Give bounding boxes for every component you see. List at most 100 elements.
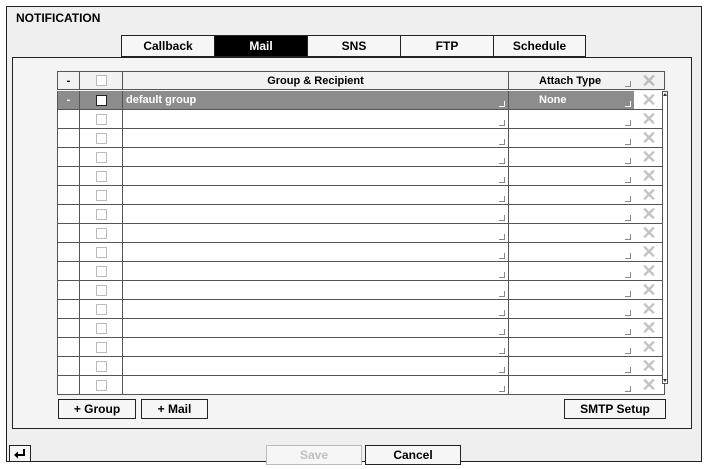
- row-delete-button[interactable]: ✕: [634, 186, 665, 205]
- row-select[interactable]: [79, 148, 123, 167]
- row-attach-type[interactable]: [508, 148, 635, 167]
- row-delete-button[interactable]: ✕: [634, 262, 665, 281]
- row-minus[interactable]: [57, 167, 80, 186]
- row-group-recipient[interactable]: [122, 338, 509, 357]
- row-select[interactable]: [79, 205, 123, 224]
- row-select[interactable]: [79, 91, 123, 110]
- row-select[interactable]: [79, 110, 123, 129]
- row-minus[interactable]: [57, 281, 80, 300]
- row-attach-type[interactable]: [508, 262, 635, 281]
- row-attach-type[interactable]: [508, 376, 635, 395]
- row-minus[interactable]: [57, 357, 80, 376]
- row-group-recipient[interactable]: [122, 129, 509, 148]
- row-group-recipient[interactable]: [122, 376, 509, 395]
- row-attach-type[interactable]: [508, 224, 635, 243]
- row-checkbox[interactable]: [95, 284, 107, 296]
- row-minus[interactable]: [57, 129, 80, 148]
- back-button[interactable]: [9, 445, 31, 462]
- row-attach-type[interactable]: None: [508, 91, 635, 110]
- row-select[interactable]: [79, 281, 123, 300]
- table-row[interactable]: ✕: [57, 357, 665, 376]
- row-delete-button[interactable]: ✕: [634, 319, 665, 338]
- row-group-recipient[interactable]: [122, 205, 509, 224]
- row-checkbox[interactable]: [95, 360, 107, 372]
- row-delete-button[interactable]: ✕: [634, 224, 665, 243]
- row-group-recipient[interactable]: [122, 167, 509, 186]
- row-minus[interactable]: [57, 224, 80, 243]
- row-attach-type[interactable]: [508, 243, 635, 262]
- table-row[interactable]: ✕: [57, 376, 665, 395]
- row-checkbox[interactable]: [95, 170, 107, 182]
- row-minus[interactable]: [57, 262, 80, 281]
- table-scrollbar[interactable]: [662, 91, 668, 384]
- row-delete-button[interactable]: ✕: [634, 281, 665, 300]
- row-attach-type[interactable]: [508, 129, 635, 148]
- row-attach-type[interactable]: [508, 357, 635, 376]
- row-minus[interactable]: -: [57, 91, 80, 110]
- table-row[interactable]: ✕: [57, 224, 665, 243]
- add-mail-button[interactable]: + Mail: [141, 399, 208, 419]
- table-row[interactable]: ✕: [57, 205, 665, 224]
- row-delete-button[interactable]: ✕: [634, 110, 665, 129]
- row-delete-button[interactable]: ✕: [634, 205, 665, 224]
- row-select[interactable]: [79, 319, 123, 338]
- row-minus[interactable]: [57, 376, 80, 395]
- row-minus[interactable]: [57, 243, 80, 262]
- row-minus[interactable]: [57, 205, 80, 224]
- row-group-recipient[interactable]: [122, 110, 509, 129]
- table-row[interactable]: ✕: [57, 281, 665, 300]
- row-group-recipient[interactable]: [122, 300, 509, 319]
- row-delete-button[interactable]: ✕: [634, 129, 665, 148]
- scroll-down-icon[interactable]: [663, 379, 667, 382]
- row-attach-type[interactable]: [508, 281, 635, 300]
- tab-schedule[interactable]: Schedule: [493, 35, 586, 57]
- row-minus[interactable]: [57, 148, 80, 167]
- tab-ftp[interactable]: FTP: [400, 35, 493, 57]
- row-delete-button[interactable]: ✕: [634, 357, 665, 376]
- row-group-recipient[interactable]: [122, 243, 509, 262]
- tab-sns[interactable]: SNS: [307, 35, 400, 57]
- tab-callback[interactable]: Callback: [121, 35, 214, 57]
- table-row[interactable]: - default group None ✕: [57, 91, 665, 110]
- row-checkbox[interactable]: [95, 322, 107, 334]
- row-attach-type[interactable]: [508, 205, 635, 224]
- row-checkbox[interactable]: [95, 341, 107, 353]
- table-row[interactable]: ✕: [57, 319, 665, 338]
- row-group-recipient[interactable]: [122, 262, 509, 281]
- row-select[interactable]: [79, 167, 123, 186]
- row-delete-button[interactable]: ✕: [634, 167, 665, 186]
- table-row[interactable]: ✕: [57, 300, 665, 319]
- row-group-recipient[interactable]: [122, 357, 509, 376]
- add-group-button[interactable]: + Group: [58, 399, 136, 419]
- table-row[interactable]: ✕: [57, 110, 665, 129]
- table-row[interactable]: ✕: [57, 262, 665, 281]
- header-delete[interactable]: ✕: [634, 71, 665, 90]
- table-row[interactable]: ✕: [57, 243, 665, 262]
- row-group-recipient[interactable]: [122, 148, 509, 167]
- select-all-checkbox[interactable]: [95, 75, 107, 86]
- smtp-setup-button[interactable]: SMTP Setup: [564, 399, 666, 419]
- row-checkbox[interactable]: [95, 132, 107, 144]
- row-checkbox[interactable]: [95, 246, 107, 258]
- row-checkbox[interactable]: [95, 303, 107, 315]
- row-attach-type[interactable]: [508, 300, 635, 319]
- row-select[interactable]: [79, 300, 123, 319]
- table-row[interactable]: ✕: [57, 338, 665, 357]
- row-minus[interactable]: [57, 319, 80, 338]
- row-checkbox[interactable]: [95, 208, 107, 220]
- row-delete-button[interactable]: ✕: [634, 91, 665, 110]
- row-select[interactable]: [79, 338, 123, 357]
- row-attach-type[interactable]: [508, 338, 635, 357]
- row-select[interactable]: [79, 186, 123, 205]
- row-minus[interactable]: [57, 300, 80, 319]
- row-group-recipient[interactable]: [122, 281, 509, 300]
- row-select[interactable]: [79, 262, 123, 281]
- row-group-recipient[interactable]: [122, 224, 509, 243]
- row-checkbox[interactable]: [95, 379, 107, 391]
- row-checkbox[interactable]: [95, 189, 107, 201]
- table-row[interactable]: ✕: [57, 148, 665, 167]
- tab-mail[interactable]: Mail: [214, 35, 307, 57]
- row-select[interactable]: [79, 376, 123, 395]
- row-select[interactable]: [79, 357, 123, 376]
- row-delete-button[interactable]: ✕: [634, 148, 665, 167]
